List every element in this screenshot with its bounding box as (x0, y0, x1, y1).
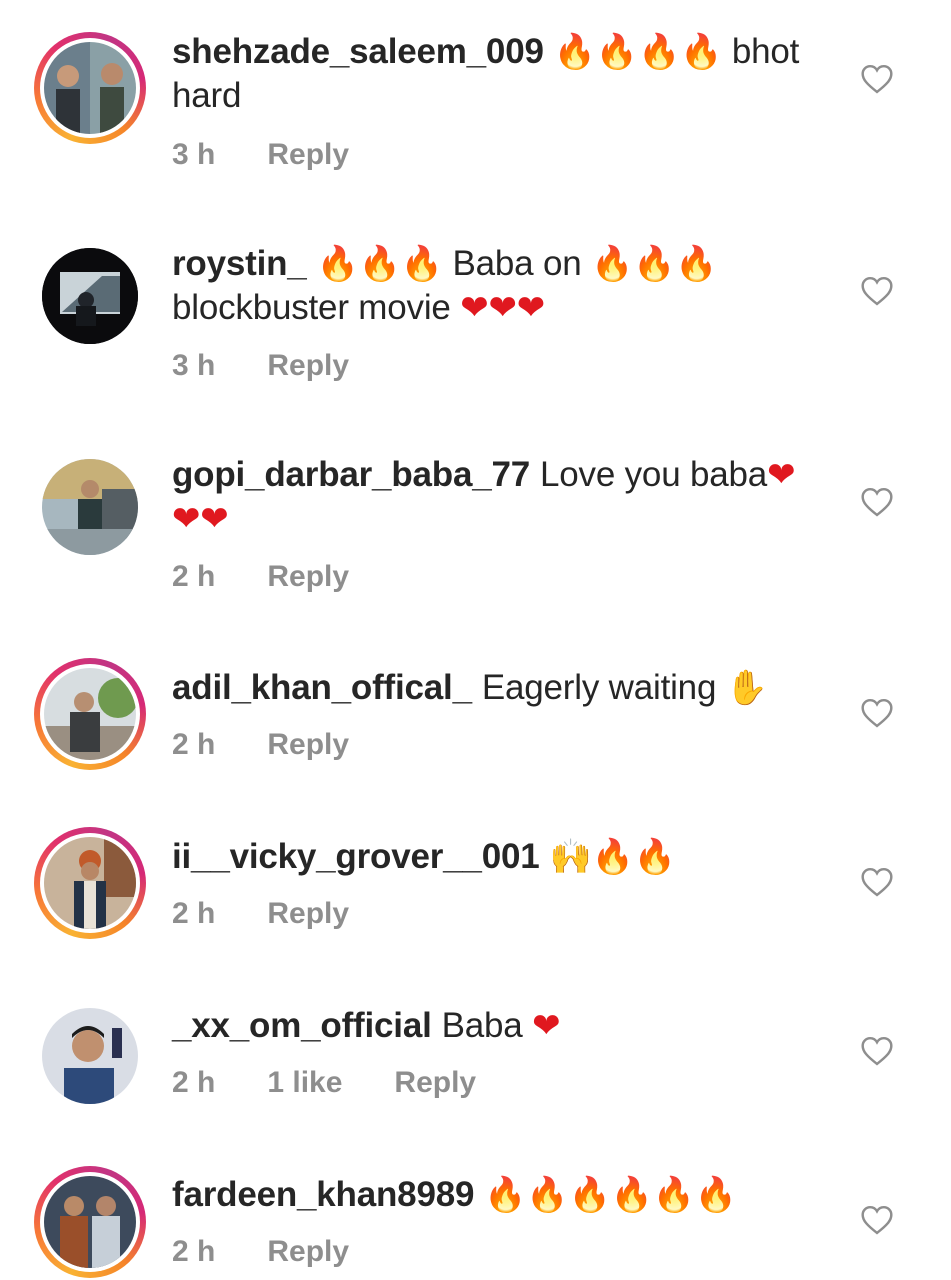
heart-outline-icon[interactable] (860, 867, 894, 897)
heart-emoji: ❤ (532, 1006, 561, 1046)
heart-outline-icon[interactable] (860, 1036, 894, 1066)
reply-button[interactable]: Reply (267, 349, 349, 382)
avatar[interactable] (34, 32, 146, 144)
avatar[interactable] (34, 658, 146, 770)
heart-outline-icon[interactable] (860, 64, 894, 94)
reply-button[interactable]: Reply (267, 560, 349, 593)
avatar[interactable] (34, 1000, 146, 1112)
fire-emoji: 🔥🔥🔥🔥🔥🔥 (484, 1175, 738, 1215)
comment-username[interactable]: ii__vicky_grover__001 (172, 837, 540, 876)
comment-time: 2 h (172, 1235, 216, 1268)
comment-text: Baba (441, 1006, 523, 1045)
heart-emoji: ❤ (767, 455, 796, 495)
comment-time: 2 h (172, 1066, 216, 1099)
comment-username[interactable]: adil_khan_offical_ (172, 668, 472, 707)
reply-button[interactable]: Reply (267, 897, 349, 930)
reply-button[interactable]: Reply (267, 728, 349, 761)
comment-text: Eagerly waiting (481, 668, 717, 707)
heart-outline-icon[interactable] (860, 1205, 894, 1235)
comment-time: 3 h (172, 349, 216, 382)
comment-username[interactable]: roystin_ (172, 244, 307, 283)
comment-username[interactable]: gopi_darbar_baba_77 (172, 455, 530, 494)
comment-text: Love you baba (540, 455, 768, 494)
like-count[interactable]: 1 like (267, 1066, 342, 1099)
heart-outline-icon[interactable] (860, 276, 894, 306)
avatar[interactable] (34, 451, 146, 563)
avatar[interactable] (34, 827, 146, 939)
fire-emoji: 🔥🔥🔥🔥 (553, 32, 723, 72)
raised-hand-emoji: ✋ (725, 668, 768, 708)
comment-time: 3 h (172, 138, 216, 171)
comment-text: blockbuster movie (172, 288, 451, 327)
heart-emoji: ❤❤❤ (460, 288, 546, 328)
comment-username[interactable]: shehzade_saleem_009 (172, 32, 544, 71)
comment-text: Baba on (452, 244, 582, 283)
comment-username[interactable]: fardeen_khan8989 (172, 1175, 474, 1214)
reply-button[interactable]: Reply (394, 1066, 476, 1099)
fire-emoji: 🙌🔥🔥 (549, 837, 677, 877)
fire-emoji: 🔥🔥🔥 (591, 244, 718, 284)
fire-emoji: 🔥🔥🔥 (316, 244, 444, 284)
reply-button[interactable]: Reply (267, 1235, 349, 1268)
heart-emoji: ❤❤ (172, 499, 229, 539)
avatar[interactable] (34, 1166, 146, 1278)
comment-time: 2 h (172, 897, 216, 930)
comment-time: 2 h (172, 728, 216, 761)
reply-button[interactable]: Reply (267, 138, 349, 171)
comment-username[interactable]: _xx_om_official (172, 1006, 432, 1045)
heart-outline-icon[interactable] (860, 487, 894, 517)
heart-outline-icon[interactable] (860, 698, 894, 728)
avatar[interactable] (34, 240, 146, 352)
comment-time: 2 h (172, 560, 216, 593)
